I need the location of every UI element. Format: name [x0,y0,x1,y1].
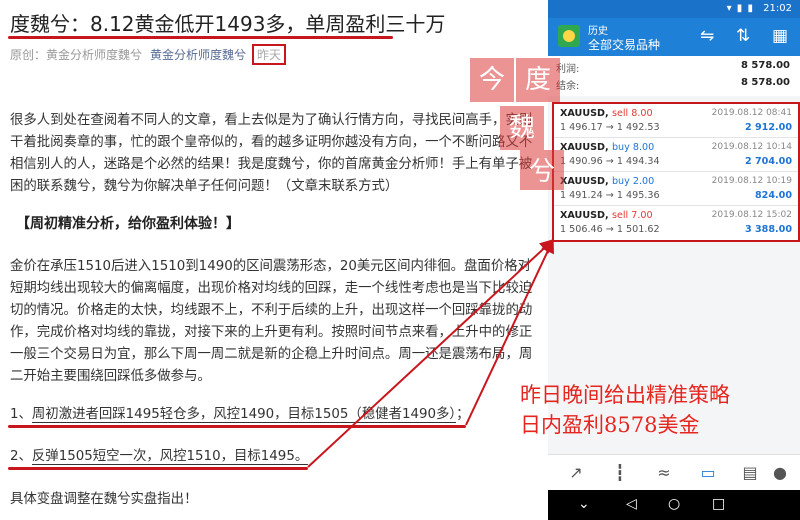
sort-order-icon[interactable]: ⇅ [736,26,750,46]
order-profit: 824.00 [754,190,792,201]
strategy-1-highlight [8,425,466,428]
order-prices: 1 491.24 → 1 495.36 [560,190,660,201]
history-icon[interactable]: ▭ [698,463,718,483]
order-profit: 3 388.00 [744,224,792,235]
item-number: 2、 [10,449,32,464]
meta-origin: 原创：黄金分析师度魏兮 [10,48,143,62]
callout-line-1: 昨日晚间给出精准策略 [520,383,730,407]
order-row[interactable]: XAUUSD, sell 8.00 1 496.17 → 1 492.53 20… [554,104,798,138]
summary-value: 8 578.00 [740,77,790,88]
order-side: sell 7.00 [611,210,653,221]
publish-date: 昨天 [252,44,287,65]
news-icon[interactable]: ▤ [740,463,760,483]
summary-label: 利润: [556,64,580,75]
item-number: 1、 [10,407,32,422]
app-header: 历史 全部交易品种 ⇋ ⇅ ▦ [548,18,800,56]
orders-list: XAUUSD, sell 8.00 1 496.17 → 1 492.53 20… [552,102,800,242]
android-nav-bar: ⌄ ◁ ○ □ [548,490,800,520]
order-prices: 1 506.46 → 1 501.62 [560,224,660,235]
order-datetime: 2019.08.12 10:14 [711,142,792,152]
summary-value: 8 578.00 [740,60,790,71]
strategy-text: 反弹1505短空一次，风控1510，目标1495。 [31,449,309,465]
nav-home-icon[interactable]: ○ [668,496,680,512]
summary-row-profit: 利润: 8 578.00 [556,60,790,76]
summary-label: 结余: [556,81,580,92]
analysis-heading: 【周初精准分析，给你盈利体验！】 [16,216,240,232]
article-title: 度魏兮：8.12黄金低开1493多，单周盈利三十万 [10,12,446,36]
order-row[interactable]: XAUUSD, buy 2.00 1 491.24 → 1 495.36 201… [554,172,798,206]
order-datetime: 2019.08.12 10:19 [711,176,792,186]
calendar-icon[interactable]: ▦ [772,26,788,46]
header-subtitle[interactable]: 全部交易品种 [588,36,660,53]
app-logo-icon [558,25,580,47]
status-bar: ▾ ▮ ▮ 21:02 [548,0,800,18]
summary-row-balance: 结余: 8 578.00 [556,77,790,93]
status-icons: ▾ ▮ ▮ [726,3,754,14]
order-symbol: XAUUSD, [560,142,609,153]
chart-candles-icon[interactable]: ┇ [610,463,630,483]
order-symbol: XAUUSD, [560,210,609,221]
order-datetime: 2019.08.12 08:41 [711,108,792,118]
item-punct: ； [456,407,470,422]
order-prices: 1 496.17 → 1 492.53 [560,122,660,133]
title-highlight-underline [8,36,393,39]
order-profit: 2 704.00 [744,156,792,167]
order-row[interactable]: XAUUSD, buy 8.00 1 490.96 → 1 494.34 201… [554,138,798,172]
header-title: 历史 [588,26,608,37]
order-side: buy 8.00 [611,142,655,153]
status-time: 21:02 [763,3,792,14]
trade-icon[interactable]: ≈ [654,463,674,483]
intro-paragraph: 很多人到处在查阅着不同人的文章，看上去似是为了确认行情方向，寻找民间高手，实则干… [10,113,533,194]
callout-line-2: 日内盈利8578美金 [520,413,700,437]
sort-icon[interactable]: ⇋ [700,26,714,46]
profit-callout: 昨日晚间给出精准策略 日内盈利8578美金 [520,380,730,440]
account-summary: 利润: 8 578.00 结余: 8 578.00 [548,56,800,96]
author-link[interactable]: 黄金分析师度魏兮 [150,48,246,62]
article-meta: 原创：黄金分析师度魏兮 黄金分析师度魏兮 昨天 [10,44,287,65]
quotes-icon[interactable]: ↗ [566,463,586,483]
order-side: sell 8.00 [611,108,653,119]
strategy-2-highlight [8,467,308,470]
order-profit: 2 912.00 [744,122,792,133]
order-datetime: 2019.08.12 15:02 [711,210,792,220]
nav-back-icon[interactable]: ◁ [626,496,637,512]
strategy-text: 周初激进者回踩1495轻仓多，风控1490，目标1505（稳健者1490多） [31,407,457,423]
nav-recent-icon[interactable]: □ [712,496,725,512]
analysis-paragraph: 金价在承压1510后进入1510到1490的区间震荡形态，20美元区间内徘徊。盘… [10,259,533,384]
order-symbol: XAUUSD, [560,176,609,187]
strategy-item-1: 1、周初激进者回踩1495轻仓多，风控1490，目标1505（稳健者1490多）… [10,402,470,423]
nav-down-icon[interactable]: ⌄ [578,496,590,512]
footer-note: 具体变盘调整在魏兮实盘指出！ [10,492,198,507]
article-panel: 度魏兮：8.12黄金低开1493多，单周盈利三十万 原创：黄金分析师度魏兮 黄金分… [0,0,545,520]
strategy-item-2: 2、反弹1505短空一次，风控1510，目标1495。 [10,444,309,465]
order-side: buy 2.00 [611,176,655,187]
phone-screenshot: ▾ ▮ ▮ 21:02 历史 全部交易品种 ⇋ ⇅ ▦ 利润: 8 578.00… [548,0,800,520]
bottom-toolbar: ↗ ┇ ≈ ▭ ▤ ● [548,454,800,491]
order-row[interactable]: XAUUSD, sell 7.00 1 506.46 → 1 501.62 20… [554,206,798,239]
order-symbol: XAUUSD, [560,108,609,119]
order-prices: 1 490.96 → 1 494.34 [560,156,660,167]
chat-icon[interactable]: ● [770,463,790,483]
